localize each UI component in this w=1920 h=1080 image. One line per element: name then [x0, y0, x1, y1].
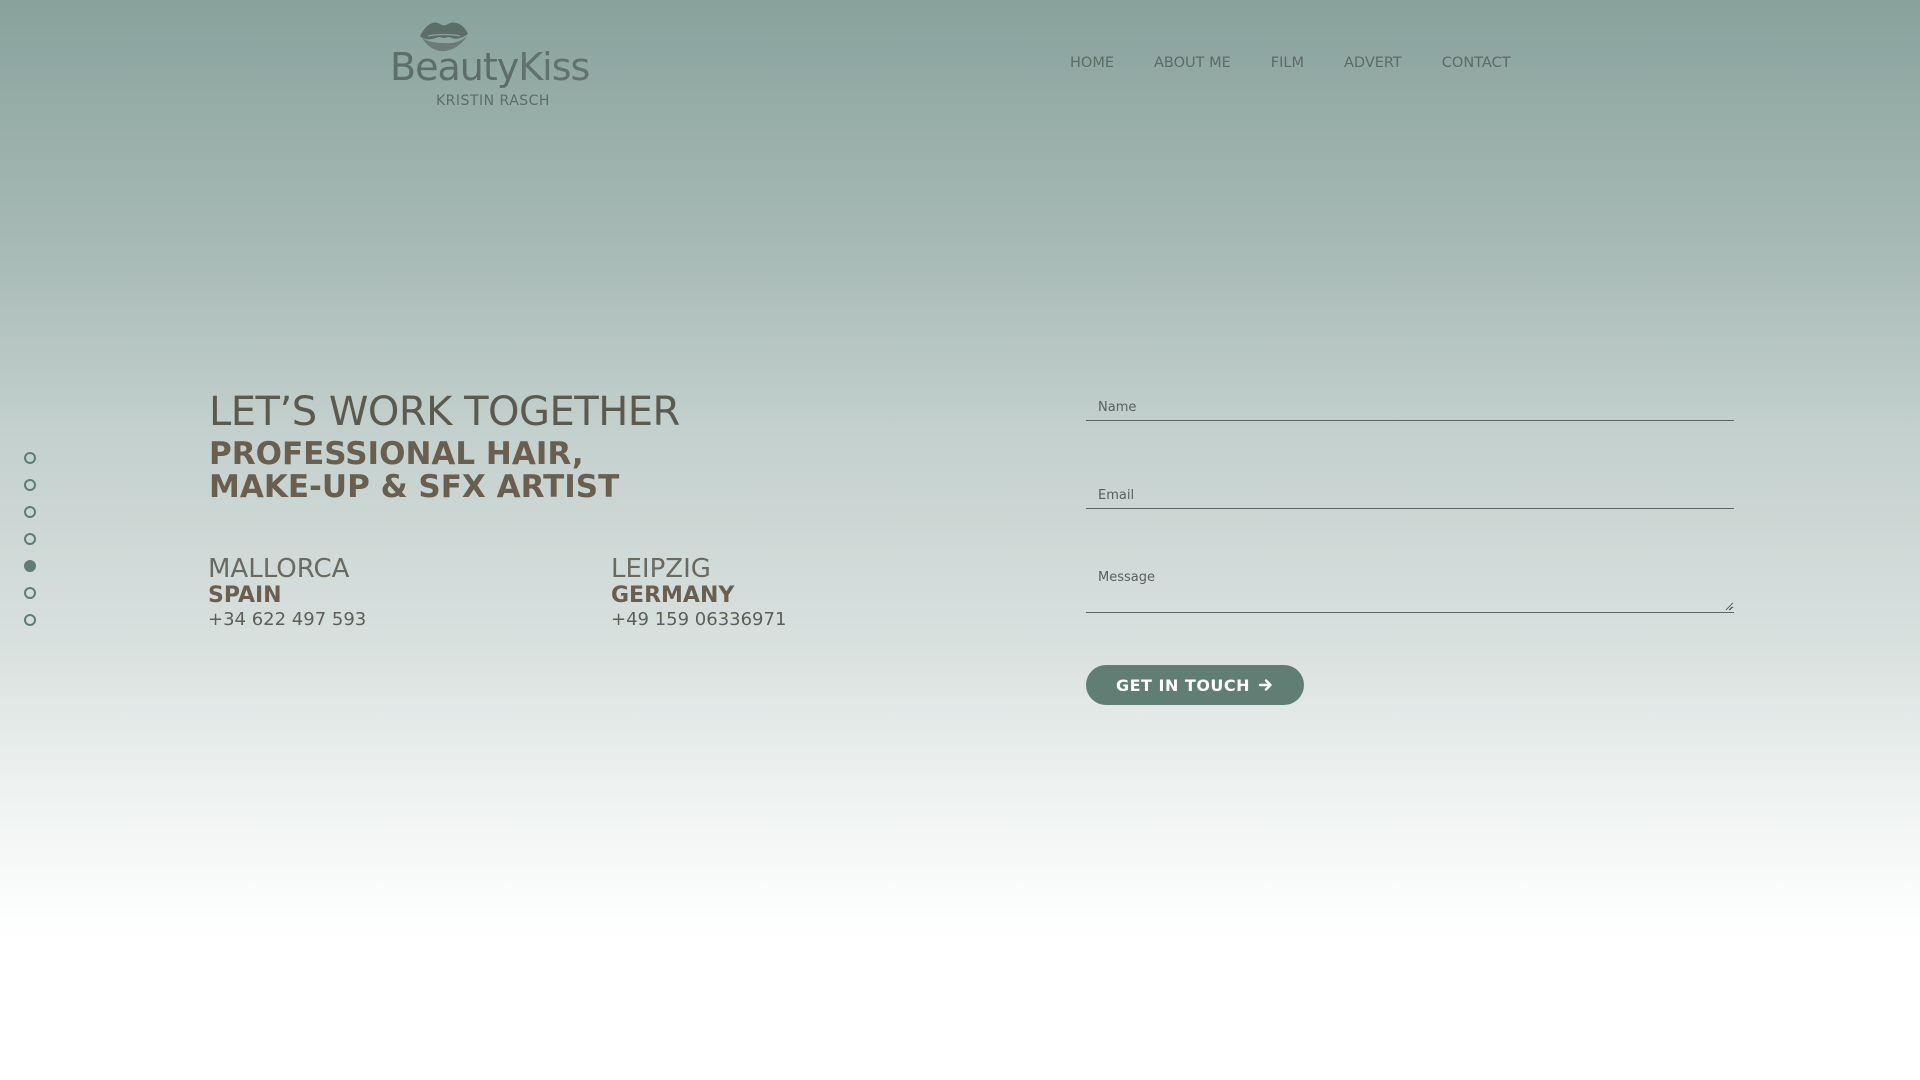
section-dot-7[interactable]	[24, 614, 36, 626]
section-dot-2[interactable]	[24, 479, 36, 491]
message-textarea[interactable]	[1086, 560, 1734, 611]
location-phone[interactable]: +34 622 497 593	[208, 608, 548, 631]
location-city: MALLORCA	[208, 554, 350, 584]
section-dots-nav	[24, 452, 38, 641]
name-input[interactable]	[1086, 390, 1734, 419]
section-dot-6[interactable]	[24, 587, 36, 599]
nav-item-about-me[interactable]: ABOUT ME	[1154, 55, 1231, 71]
subheadline-line-1: PROFESSIONAL HAIR,	[209, 436, 584, 472]
location-phone[interactable]: +49 159 06336971	[611, 608, 951, 631]
location-country: GERMANY	[611, 582, 735, 608]
site-logo[interactable]: BeautyKiss KRISTIN RASCH	[390, 18, 600, 110]
contact-heading: LET’S WORK TOGETHER PROFESSIONAL HAIR, MA…	[209, 390, 809, 503]
email-input[interactable]	[1086, 478, 1734, 507]
section-dot-3[interactable]	[24, 506, 36, 518]
name-field-wrapper	[1086, 390, 1734, 421]
section-dot-4[interactable]	[24, 533, 36, 545]
location-leipzig: LEIPZIG GERMANY +49 159 06336971	[611, 555, 951, 631]
logo-wordmark-kiss: Kiss	[518, 45, 590, 89]
logo-wordmark: BeautyKiss	[390, 45, 590, 89]
section-dot-5-active[interactable]	[24, 560, 36, 572]
nav-item-home[interactable]: HOME	[1070, 55, 1114, 71]
get-in-touch-label: GET IN TOUCH	[1115, 675, 1251, 695]
location-city: LEIPZIG	[611, 554, 711, 584]
get-in-touch-button[interactable]: GET IN TOUCH	[1086, 665, 1304, 705]
logo-wordmark-beauty: Beauty	[390, 45, 519, 89]
message-field-wrapper	[1086, 560, 1734, 613]
headline: LET’S WORK TOGETHER	[209, 389, 680, 435]
section-dot-1[interactable]	[24, 452, 36, 464]
logo-tagline: KRISTIN RASCH	[436, 93, 550, 109]
subheadline: PROFESSIONAL HAIR, MAKE-UP & SFX ARTIST	[209, 438, 809, 503]
main-nav: HOME ABOUT ME FILM ADVERT CONTACT	[1070, 55, 1551, 71]
email-field-wrapper	[1086, 478, 1734, 509]
nav-item-contact[interactable]: CONTACT	[1442, 55, 1511, 71]
nav-item-advert[interactable]: ADVERT	[1344, 55, 1402, 71]
location-mallorca: MALLORCA SPAIN +34 622 497 593	[208, 555, 548, 631]
arrow-right-icon	[1258, 679, 1272, 691]
location-country: SPAIN	[208, 582, 282, 608]
subheadline-line-2: MAKE-UP & SFX ARTIST	[209, 468, 620, 505]
contact-form	[1086, 390, 1734, 613]
nav-item-film[interactable]: FILM	[1271, 55, 1304, 71]
